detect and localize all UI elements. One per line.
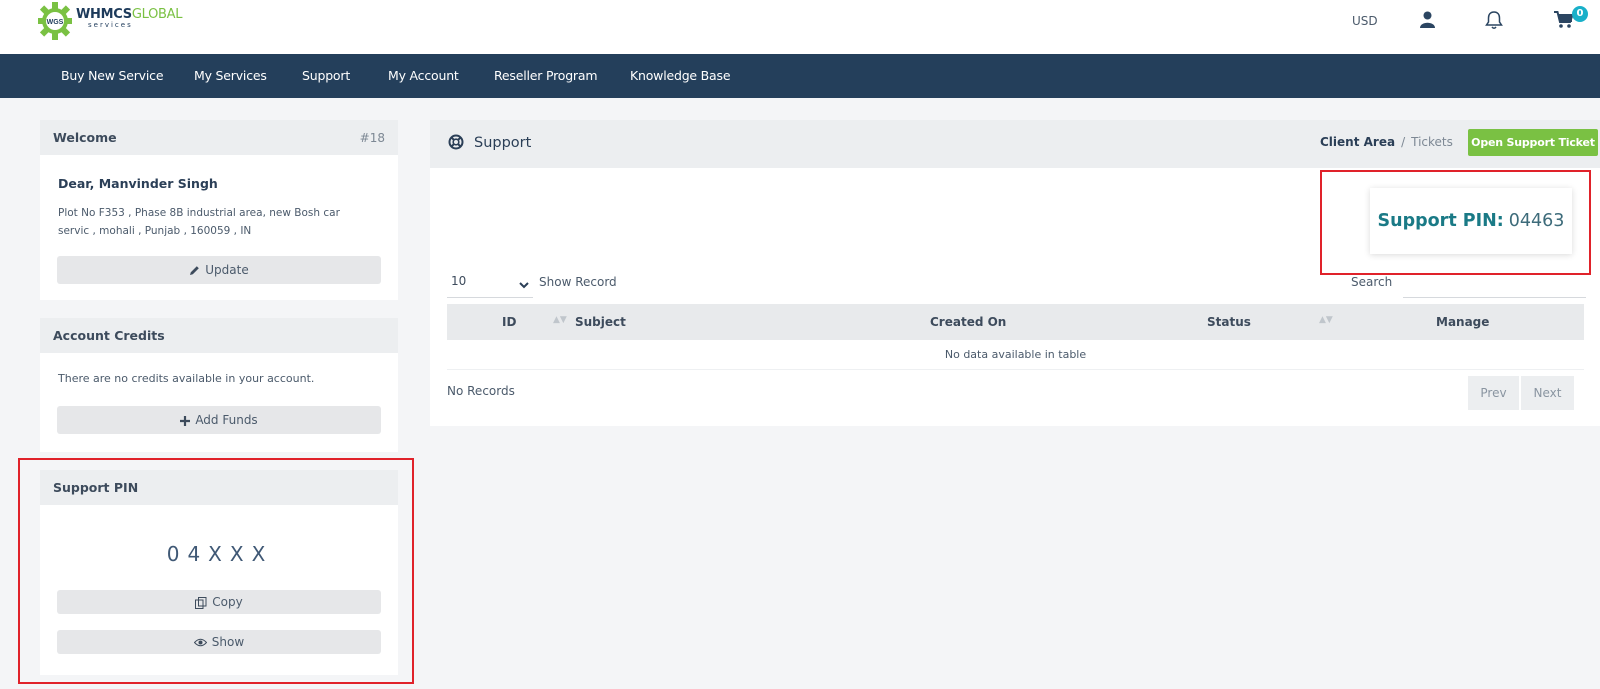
logo-sub-text: services (88, 21, 133, 29)
nav-item-knowledge-base[interactable]: Knowledge Base (630, 68, 731, 83)
welcome-panel: Welcome #18 Dear, Manvinder Singh Plot N… (40, 120, 398, 300)
cart-icon[interactable] (1554, 11, 1574, 32)
user-icon[interactable] (1420, 11, 1435, 31)
breadcrumb-client-area[interactable]: Client Area (1320, 135, 1395, 149)
table-info: No Records (447, 384, 515, 398)
currency-selector[interactable]: USD (1352, 14, 1378, 28)
prev-page-button[interactable]: Prev (1468, 376, 1519, 410)
main-nav: Buy New Service My Services Support My A… (0, 54, 1600, 98)
lifebuoy-icon (448, 134, 464, 153)
credits-text: There are no credits available in your a… (58, 372, 315, 385)
logo[interactable]: WGS WHMCSGLOBAL services (38, 0, 182, 44)
nav-item-my-services[interactable]: My Services (194, 68, 267, 83)
search-input[interactable] (1403, 268, 1586, 298)
pencil-icon (190, 266, 200, 275)
chevron-down-icon (519, 278, 529, 292)
nav-item-reseller-program[interactable]: Reseller Program (494, 68, 598, 83)
logo-main-text: WHMCS (76, 7, 132, 22)
client-greeting: Dear, Manvinder Singh (58, 176, 218, 191)
column-manage[interactable]: Manage (1436, 315, 1489, 329)
nav-item-buy-new-service[interactable]: Buy New Service (61, 68, 164, 83)
add-funds-label: Add Funds (195, 413, 258, 427)
sort-icon[interactable]: ▲▼ (553, 315, 567, 325)
breadcrumb-separator: / (1401, 135, 1406, 149)
highlight-box-sidebar-pin (18, 458, 414, 684)
tickets-table-header: ID ▲▼ Subject Created On Status ▲▼ Manag… (447, 304, 1584, 340)
svg-text:WGS: WGS (47, 19, 64, 26)
highlight-box-pin-card (1320, 170, 1591, 275)
plus-icon (180, 415, 191, 426)
records-length-select[interactable]: 10 (447, 268, 533, 298)
page-title: Support (474, 135, 532, 151)
bell-icon[interactable] (1485, 10, 1503, 33)
search-label: Search (1351, 275, 1393, 289)
nav-item-my-account[interactable]: My Account (388, 68, 459, 83)
account-credits-panel: Account Credits There are no credits ava… (40, 318, 398, 452)
breadcrumb: Client Area / Tickets (1320, 135, 1453, 149)
next-page-button[interactable]: Next (1521, 376, 1574, 410)
update-label: Update (205, 263, 249, 277)
column-subject[interactable]: Subject (575, 315, 626, 329)
open-support-ticket-button[interactable]: Open Support Ticket (1468, 129, 1598, 156)
credits-title: Account Credits (53, 328, 165, 343)
client-address: Plot No F353 , Phase 8B industrial area,… (58, 207, 340, 237)
credits-panel-header: Account Credits (40, 318, 398, 353)
column-created-on[interactable]: Created On (930, 315, 1006, 329)
welcome-title: Welcome (53, 130, 117, 145)
nav-item-support[interactable]: Support (302, 68, 350, 83)
column-status[interactable]: Status (1207, 315, 1251, 329)
add-funds-button[interactable]: Add Funds (57, 406, 381, 434)
show-record-label: Show Record (539, 275, 617, 289)
column-id[interactable]: ID (502, 315, 516, 329)
update-button[interactable]: Update (57, 256, 381, 284)
records-length-value: 10 (451, 274, 467, 288)
cart-count-badge: 0 (1572, 6, 1588, 22)
client-number: #18 (359, 130, 385, 145)
sort-icon[interactable]: ▲▼ (1319, 315, 1333, 325)
logo-accent-text: GLOBAL (131, 7, 183, 22)
top-header: WGS WHMCSGLOBAL services USD 0 (0, 0, 1600, 54)
table-empty-row: No data available in table (447, 340, 1584, 370)
logo-wordmark: WHMCSGLOBAL services (76, 8, 182, 29)
breadcrumb-current: Tickets (1411, 135, 1453, 149)
gear-logo-icon: WGS (38, 2, 72, 42)
welcome-panel-header: Welcome #18 (40, 120, 398, 155)
support-header: Support Client Area / Tickets Open Support… (430, 120, 1600, 168)
